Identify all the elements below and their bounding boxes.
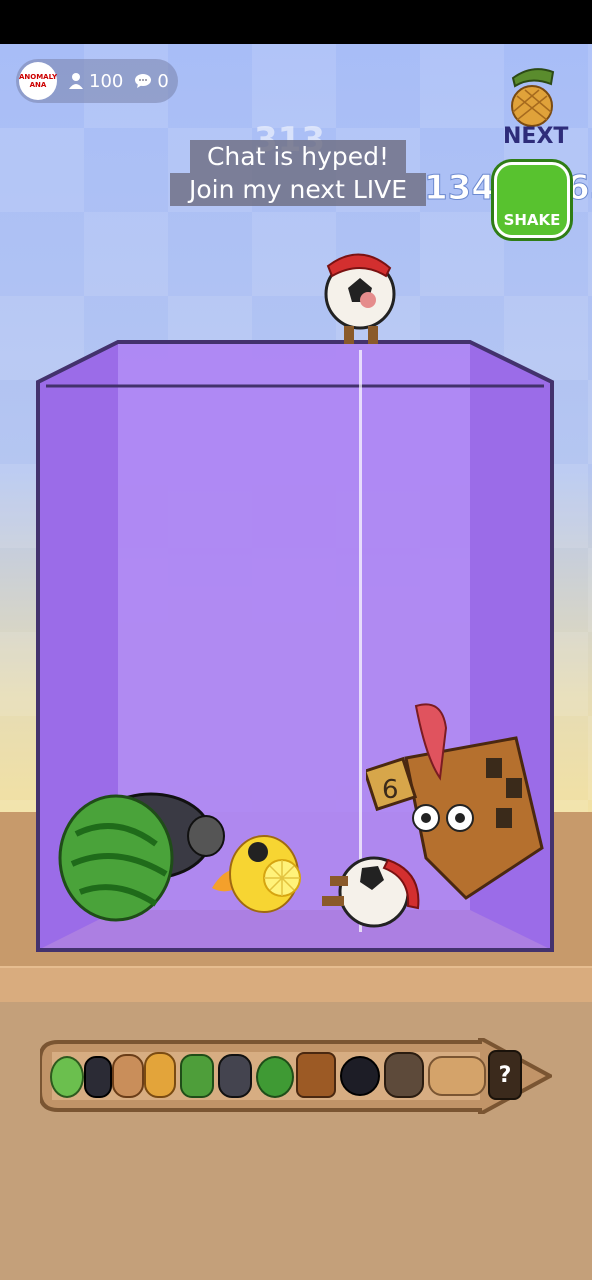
next-label: NEXT: [503, 124, 569, 149]
frog-icon: [50, 1056, 84, 1098]
status-bar: [0, 0, 592, 44]
mystery-label: ?: [498, 1062, 512, 1088]
lemon-bird-icon[interactable]: [210, 818, 308, 926]
shake-label: SHAKE: [503, 211, 561, 229]
gorilla-icon: [218, 1054, 252, 1098]
shake-button[interactable]: SHAKE: [494, 162, 570, 238]
penguin-icon: [84, 1056, 112, 1098]
table-edge: [0, 966, 592, 1007]
camel-icon: [428, 1056, 486, 1096]
viewer-count-value: 100: [89, 70, 124, 92]
toast-line-1: Chat is hyped!: [190, 140, 406, 173]
live-toast: Chat is hyped! Join my next LIVE: [170, 140, 426, 206]
pineapple-croc-icon: [511, 68, 555, 127]
ostrich-icon: [384, 1052, 424, 1098]
comment-count: 0: [135, 70, 169, 92]
pineapple-icon: [144, 1052, 176, 1098]
svg-text:6: 6: [382, 775, 399, 805]
watermelon-icon: [256, 1056, 294, 1098]
avatar-label: ANOMALY ANA: [18, 73, 58, 89]
wooden-house-creature-icon[interactable]: 6: [366, 698, 544, 910]
comment-count-value: 0: [157, 70, 169, 92]
avatar[interactable]: ANOMALY ANA: [19, 62, 57, 100]
soccer-ball-character-icon[interactable]: [322, 248, 398, 352]
wood-creature-icon: [296, 1052, 336, 1098]
drop-guide-line: [359, 350, 362, 932]
viewer-count: 100: [69, 71, 123, 92]
orca-icon: [340, 1056, 380, 1096]
watermelon-gorilla-icon[interactable]: [56, 774, 226, 926]
cactus-icon: [180, 1054, 214, 1098]
person-icon: [69, 73, 83, 89]
live-stats-pill[interactable]: ANOMALY ANA 100 0: [16, 59, 178, 103]
mystery-icon: ?: [488, 1050, 522, 1100]
evolution-items: ?: [50, 1050, 530, 1100]
toast-line-2: Join my next LIVE: [170, 173, 426, 206]
chat-bubble-icon: [135, 74, 152, 88]
monkey-icon: [112, 1054, 144, 1098]
